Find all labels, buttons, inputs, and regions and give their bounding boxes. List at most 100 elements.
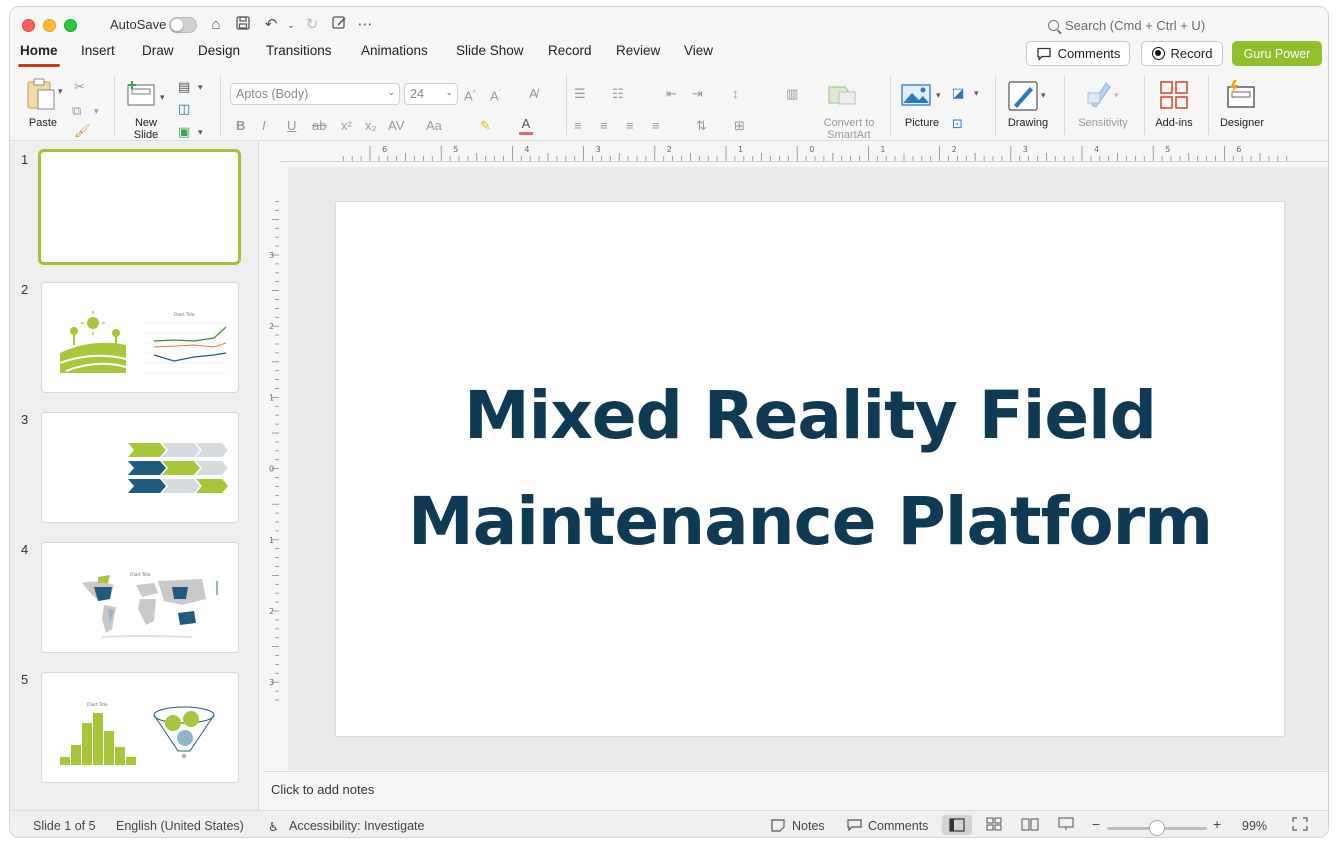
subscript-icon[interactable]: x₂ (365, 118, 377, 134)
guru-power-button[interactable]: Guru Power (1232, 41, 1322, 66)
strikethrough-icon[interactable]: ab (312, 118, 326, 134)
tab-animations[interactable]: Animations (361, 43, 428, 58)
tab-insert[interactable]: Insert (81, 43, 115, 58)
columns-icon[interactable]: ▥ (786, 86, 798, 102)
text-box-icon[interactable]: ⊡ (952, 116, 963, 132)
new-slide-icon[interactable] (126, 79, 158, 107)
bold-icon[interactable]: B (236, 118, 245, 134)
drawing-dropdown-icon[interactable]: ▾ (1041, 87, 1046, 103)
align-text-icon[interactable]: ⊞ (734, 118, 745, 134)
search-box[interactable]: Search (Cmd + Ctrl + U) (1048, 18, 1205, 33)
customize-icon[interactable] (330, 16, 348, 34)
redo-icon[interactable]: ↻ (303, 16, 321, 34)
slide-title[interactable]: Mixed Reality Field Maintenance Platform (408, 363, 1213, 575)
reading-view-icon[interactable] (1021, 817, 1039, 834)
increase-indent-icon[interactable]: ⇥ (692, 86, 703, 102)
more-options-icon[interactable]: ⋯ (356, 16, 374, 34)
slide-thumbnail-2[interactable]: Chart Title (41, 282, 239, 393)
shapes-icon[interactable]: ◪ (952, 85, 964, 101)
decrease-indent-icon[interactable]: ⇤ (666, 86, 677, 102)
decrease-font-icon[interactable]: Aˇ (490, 86, 501, 104)
tab-view[interactable]: View (684, 43, 713, 58)
tab-draw[interactable]: Draw (142, 43, 174, 58)
current-slide[interactable]: Mixed Reality Field Maintenance Platform (336, 202, 1284, 736)
zoom-in-button[interactable]: + (1213, 816, 1221, 832)
copy-icon[interactable]: ⧉ (72, 103, 81, 119)
font-size-field[interactable]: 24 ⌄ (404, 83, 458, 105)
accessibility-status[interactable]: Accessibility: Investigate (289, 819, 424, 833)
italic-icon[interactable]: I (262, 118, 266, 134)
section-dropdown-icon[interactable]: ▾ (198, 124, 203, 140)
zoom-level[interactable]: 99% (1242, 819, 1267, 833)
slide-thumbnail-4[interactable]: Chart Title (41, 542, 239, 653)
sensitivity-icon[interactable] (1086, 79, 1114, 109)
undo-icon[interactable]: ↶ (262, 16, 280, 34)
slide-thumbnail-pane[interactable]: 1 2 Chart Title 3 4 Chart Title 5 Chart … (10, 142, 259, 810)
fit-to-window-icon[interactable] (1292, 817, 1308, 834)
picture-icon[interactable] (901, 83, 931, 107)
tab-home[interactable]: Home (18, 43, 60, 67)
minimize-window-button[interactable] (43, 19, 56, 32)
clear-formatting-icon[interactable]: A̸ (529, 86, 538, 102)
slide-thumbnail-5[interactable]: Chart Title (41, 672, 239, 783)
copy-dropdown-icon[interactable]: ▾ (94, 103, 99, 119)
align-left-icon[interactable]: ≡ (574, 118, 582, 134)
zoom-slider-handle[interactable] (1149, 820, 1165, 836)
language-indicator[interactable]: English (United States) (116, 819, 244, 833)
comments-status-icon[interactable] (847, 819, 862, 835)
tab-slide-show[interactable]: Slide Show (456, 43, 524, 58)
shapes-dropdown-icon[interactable]: ▾ (974, 85, 979, 101)
save-icon[interactable] (234, 16, 252, 34)
layout-dropdown-icon[interactable]: ▾ (198, 79, 203, 95)
font-color-icon[interactable]: A (519, 116, 533, 135)
tab-design[interactable]: Design (198, 43, 240, 58)
increase-font-icon[interactable]: A^ (464, 86, 476, 104)
autosave-toggle[interactable] (169, 17, 197, 33)
bullets-icon[interactable]: ☰ (574, 86, 586, 102)
highlight-icon[interactable]: ✎ (480, 118, 491, 134)
slide-thumbnail-1[interactable] (38, 149, 241, 265)
close-window-button[interactable] (22, 19, 35, 32)
smartart-icon[interactable] (827, 83, 857, 107)
slide-sorter-icon[interactable] (986, 817, 1002, 834)
section-icon[interactable]: ▣ (178, 124, 190, 140)
drawing-icon[interactable] (1008, 81, 1038, 111)
horizontal-ruler[interactable]: 6 5 4 3 2 1 0 1 2 3 4 5 6 (280, 144, 1329, 162)
justify-icon[interactable]: ≡ (652, 118, 660, 134)
sensitivity-dropdown-icon[interactable]: ▾ (1114, 87, 1119, 103)
comments-button[interactable]: Comments (1026, 41, 1130, 66)
text-direction-icon[interactable]: ⇅ (696, 118, 707, 134)
align-right-icon[interactable]: ≡ (626, 118, 634, 134)
layout-icon[interactable]: ▤ (178, 79, 190, 95)
record-button[interactable]: Record (1141, 41, 1223, 66)
home-icon[interactable]: ⌂ (207, 16, 225, 34)
align-center-icon[interactable]: ≡ (600, 118, 608, 134)
numbering-icon[interactable]: ☷ (612, 86, 624, 102)
tab-transitions[interactable]: Transitions (266, 43, 332, 58)
notes-icon[interactable] (771, 819, 785, 835)
zoom-out-button[interactable]: − (1092, 816, 1100, 832)
accessibility-icon[interactable]: ♿ (268, 819, 279, 834)
paste-dropdown-icon[interactable]: ▾ (58, 83, 63, 99)
vertical-ruler[interactable]: 3 2 1 0 1 2 3 (264, 197, 280, 707)
zoom-window-button[interactable] (64, 19, 77, 32)
tab-review[interactable]: Review (616, 43, 660, 58)
character-spacing-icon[interactable]: AV (388, 118, 404, 134)
add-ins-icon[interactable] (1160, 81, 1188, 109)
normal-view-button[interactable] (942, 815, 972, 835)
comments-toggle[interactable]: Comments (868, 819, 928, 833)
paste-icon[interactable] (26, 77, 56, 111)
font-name-field[interactable]: Aptos (Body) ⌄ (230, 83, 400, 105)
new-slide-dropdown-icon[interactable]: ▾ (160, 89, 165, 105)
reset-icon[interactable]: ◫ (178, 101, 190, 117)
notes-toggle[interactable]: Notes (792, 819, 825, 833)
tab-record[interactable]: Record (548, 43, 592, 58)
cut-icon[interactable]: ✂ (74, 79, 85, 95)
superscript-icon[interactable]: x² (341, 118, 352, 134)
underline-icon[interactable]: U (287, 118, 296, 134)
slideshow-view-icon[interactable] (1058, 817, 1074, 834)
notes-area[interactable]: Click to add notes (263, 771, 1328, 809)
designer-icon[interactable] (1224, 79, 1258, 109)
line-spacing-icon[interactable]: ↕ (732, 86, 739, 102)
picture-dropdown-icon[interactable]: ▾ (936, 87, 941, 103)
